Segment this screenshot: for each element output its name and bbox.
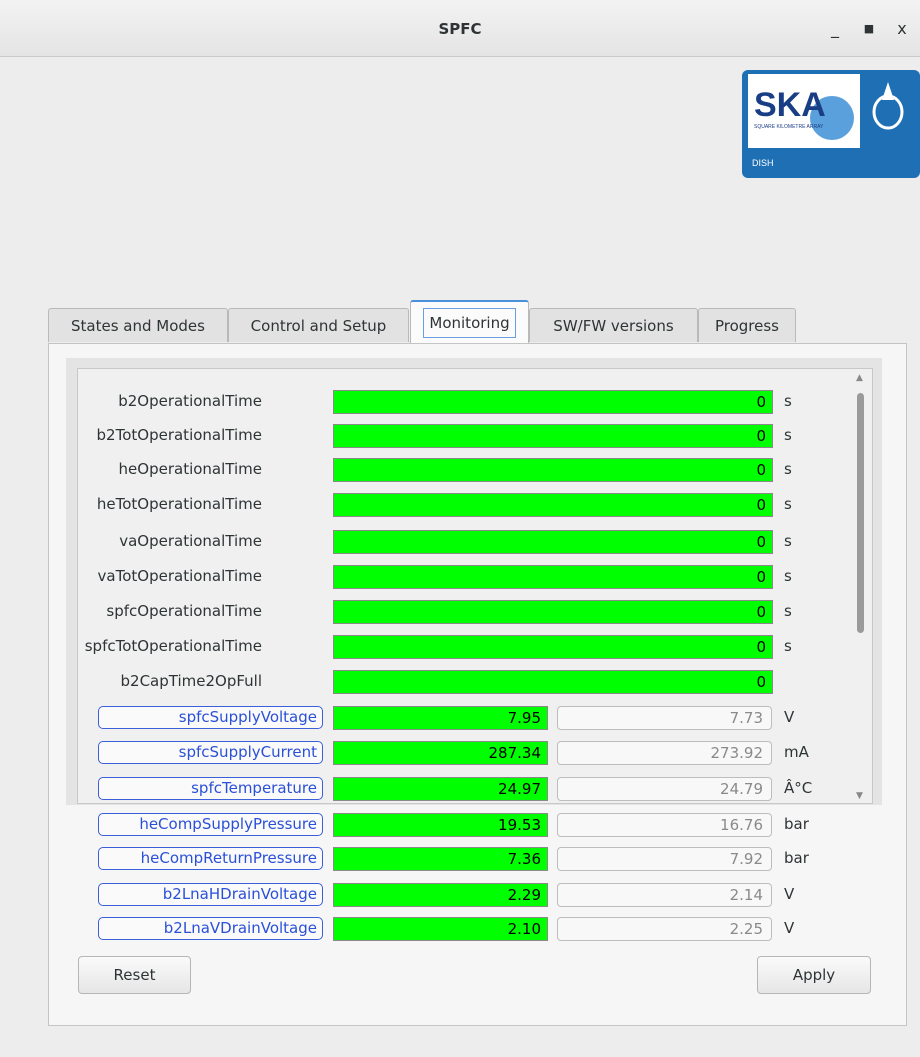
- setpoint-field[interactable]: 16.76: [557, 813, 772, 837]
- tab-progress[interactable]: Progress: [698, 308, 796, 342]
- attribute-label: vaTotOperationalTime: [97, 567, 262, 585]
- unit-label: s: [784, 532, 792, 550]
- monitor-row: spfcSupplyCurrent 287.34 273.92 mA: [0, 741, 860, 767]
- monitor-row: spfcOperationalTime 0 s: [0, 600, 860, 626]
- setpoint-field[interactable]: 24.79: [557, 777, 772, 801]
- reset-button[interactable]: Reset: [78, 956, 191, 994]
- maximize-button[interactable]: ■: [856, 16, 882, 42]
- unit-label: V: [784, 919, 795, 937]
- monitor-row: vaTotOperationalTime 0 s: [0, 565, 860, 591]
- tab-monitoring-label: Monitoring: [423, 308, 516, 338]
- attribute-label: vaOperationalTime: [119, 532, 262, 550]
- unit-label: s: [784, 460, 792, 478]
- setpoint-field[interactable]: 2.25: [557, 917, 772, 941]
- unit-label: s: [784, 426, 792, 444]
- tab-monitoring[interactable]: Monitoring: [410, 300, 529, 344]
- ska-dish-logo: SKA SQUARE KILOMETRE ARRAY DISH: [742, 70, 920, 178]
- unit-label: bar: [784, 849, 809, 867]
- unit-label: V: [784, 885, 795, 903]
- monitor-row: b2TotOperationalTime 0 s: [0, 424, 860, 450]
- value-bar: 0: [333, 530, 773, 554]
- unit-label: V: [784, 708, 795, 726]
- value-bar: 0: [333, 493, 773, 517]
- unit-label: s: [784, 637, 792, 655]
- close-button[interactable]: x: [889, 16, 915, 42]
- value-bar: 2.29: [333, 883, 548, 907]
- monitor-row: spfcTemperature 24.97 24.79 Â°C: [0, 777, 860, 803]
- unit-label: mA: [784, 743, 809, 761]
- tab-sw-fw-versions[interactable]: SW/FW versions: [529, 308, 698, 342]
- attribute-button[interactable]: spfcSupplyCurrent: [98, 741, 323, 764]
- attribute-label: heOperationalTime: [118, 460, 262, 478]
- monitor-row: b2LnaVDrainVoltage 2.10 2.25 V: [0, 917, 860, 943]
- setpoint-field[interactable]: 273.92: [557, 741, 772, 765]
- attribute-button[interactable]: b2LnaHDrainVoltage: [98, 883, 323, 906]
- title-bar: SPFC _ ■ x: [0, 0, 920, 57]
- monitor-row: heTotOperationalTime 0 s: [0, 493, 860, 519]
- tab-states-and-modes[interactable]: States and Modes: [48, 308, 228, 342]
- value-bar: 0: [333, 458, 773, 482]
- unit-label: s: [784, 602, 792, 620]
- monitor-row: spfcTotOperationalTime 0 s: [0, 635, 860, 661]
- unit-label: s: [784, 392, 792, 410]
- apply-button[interactable]: Apply: [757, 956, 871, 994]
- logo-text: SKA: [754, 86, 826, 124]
- logo-caption: DISH: [752, 158, 774, 168]
- scroll-up-icon[interactable]: ▲: [856, 373, 863, 383]
- value-bar: 2.10: [333, 917, 548, 941]
- monitor-row: b2OperationalTime 0 s: [0, 390, 860, 416]
- value-bar: 0: [333, 565, 773, 589]
- value-bar: 7.36: [333, 847, 548, 871]
- value-bar: 0: [333, 670, 773, 694]
- attribute-button[interactable]: spfcTemperature: [98, 777, 323, 800]
- unit-label: Â°C: [784, 779, 813, 797]
- attribute-label: b2CapTime2OpFull: [120, 672, 262, 690]
- value-bar: 7.95: [333, 706, 548, 730]
- monitor-row: heCompSupplyPressure 19.53 16.76 bar: [0, 813, 860, 839]
- attribute-label: b2TotOperationalTime: [96, 426, 262, 444]
- monitor-row: heCompReturnPressure 7.36 7.92 bar: [0, 847, 860, 873]
- minimize-button[interactable]: _: [822, 16, 848, 42]
- attribute-button[interactable]: spfcSupplyVoltage: [98, 706, 323, 729]
- attribute-label: spfcOperationalTime: [106, 602, 262, 620]
- unit-label: bar: [784, 815, 809, 833]
- attribute-label: heTotOperationalTime: [96, 495, 262, 513]
- setpoint-field[interactable]: 7.73: [557, 706, 772, 730]
- monitor-row: b2CapTime2OpFull 0: [0, 670, 860, 696]
- tab-control-and-setup[interactable]: Control and Setup: [228, 308, 409, 342]
- value-bar: 0: [333, 635, 773, 659]
- monitor-row: heOperationalTime 0 s: [0, 458, 860, 484]
- setpoint-field[interactable]: 7.92: [557, 847, 772, 871]
- value-bar: 0: [333, 390, 773, 414]
- unit-label: s: [784, 567, 792, 585]
- attribute-label: b2OperationalTime: [118, 392, 262, 410]
- attribute-button[interactable]: heCompSupplyPressure: [98, 813, 323, 836]
- monitor-row: vaOperationalTime 0 s: [0, 530, 860, 556]
- value-bar: 19.53: [333, 813, 548, 837]
- logo-subtitle: SQUARE KILOMETRE ARRAY: [754, 124, 824, 130]
- attribute-button[interactable]: heCompReturnPressure: [98, 847, 323, 870]
- value-bar: 24.97: [333, 777, 548, 801]
- unit-label: s: [784, 495, 792, 513]
- value-bar: 287.34: [333, 741, 548, 765]
- setpoint-field[interactable]: 2.14: [557, 883, 772, 907]
- value-bar: 0: [333, 424, 773, 448]
- monitor-row: spfcSupplyVoltage 7.95 7.73 V: [0, 706, 860, 732]
- attribute-label: spfcTotOperationalTime: [84, 637, 262, 655]
- window-title: SPFC: [438, 20, 482, 38]
- monitor-row: b2LnaHDrainVoltage 2.29 2.14 V: [0, 883, 860, 909]
- attribute-button[interactable]: b2LnaVDrainVoltage: [98, 917, 323, 940]
- value-bar: 0: [333, 600, 773, 624]
